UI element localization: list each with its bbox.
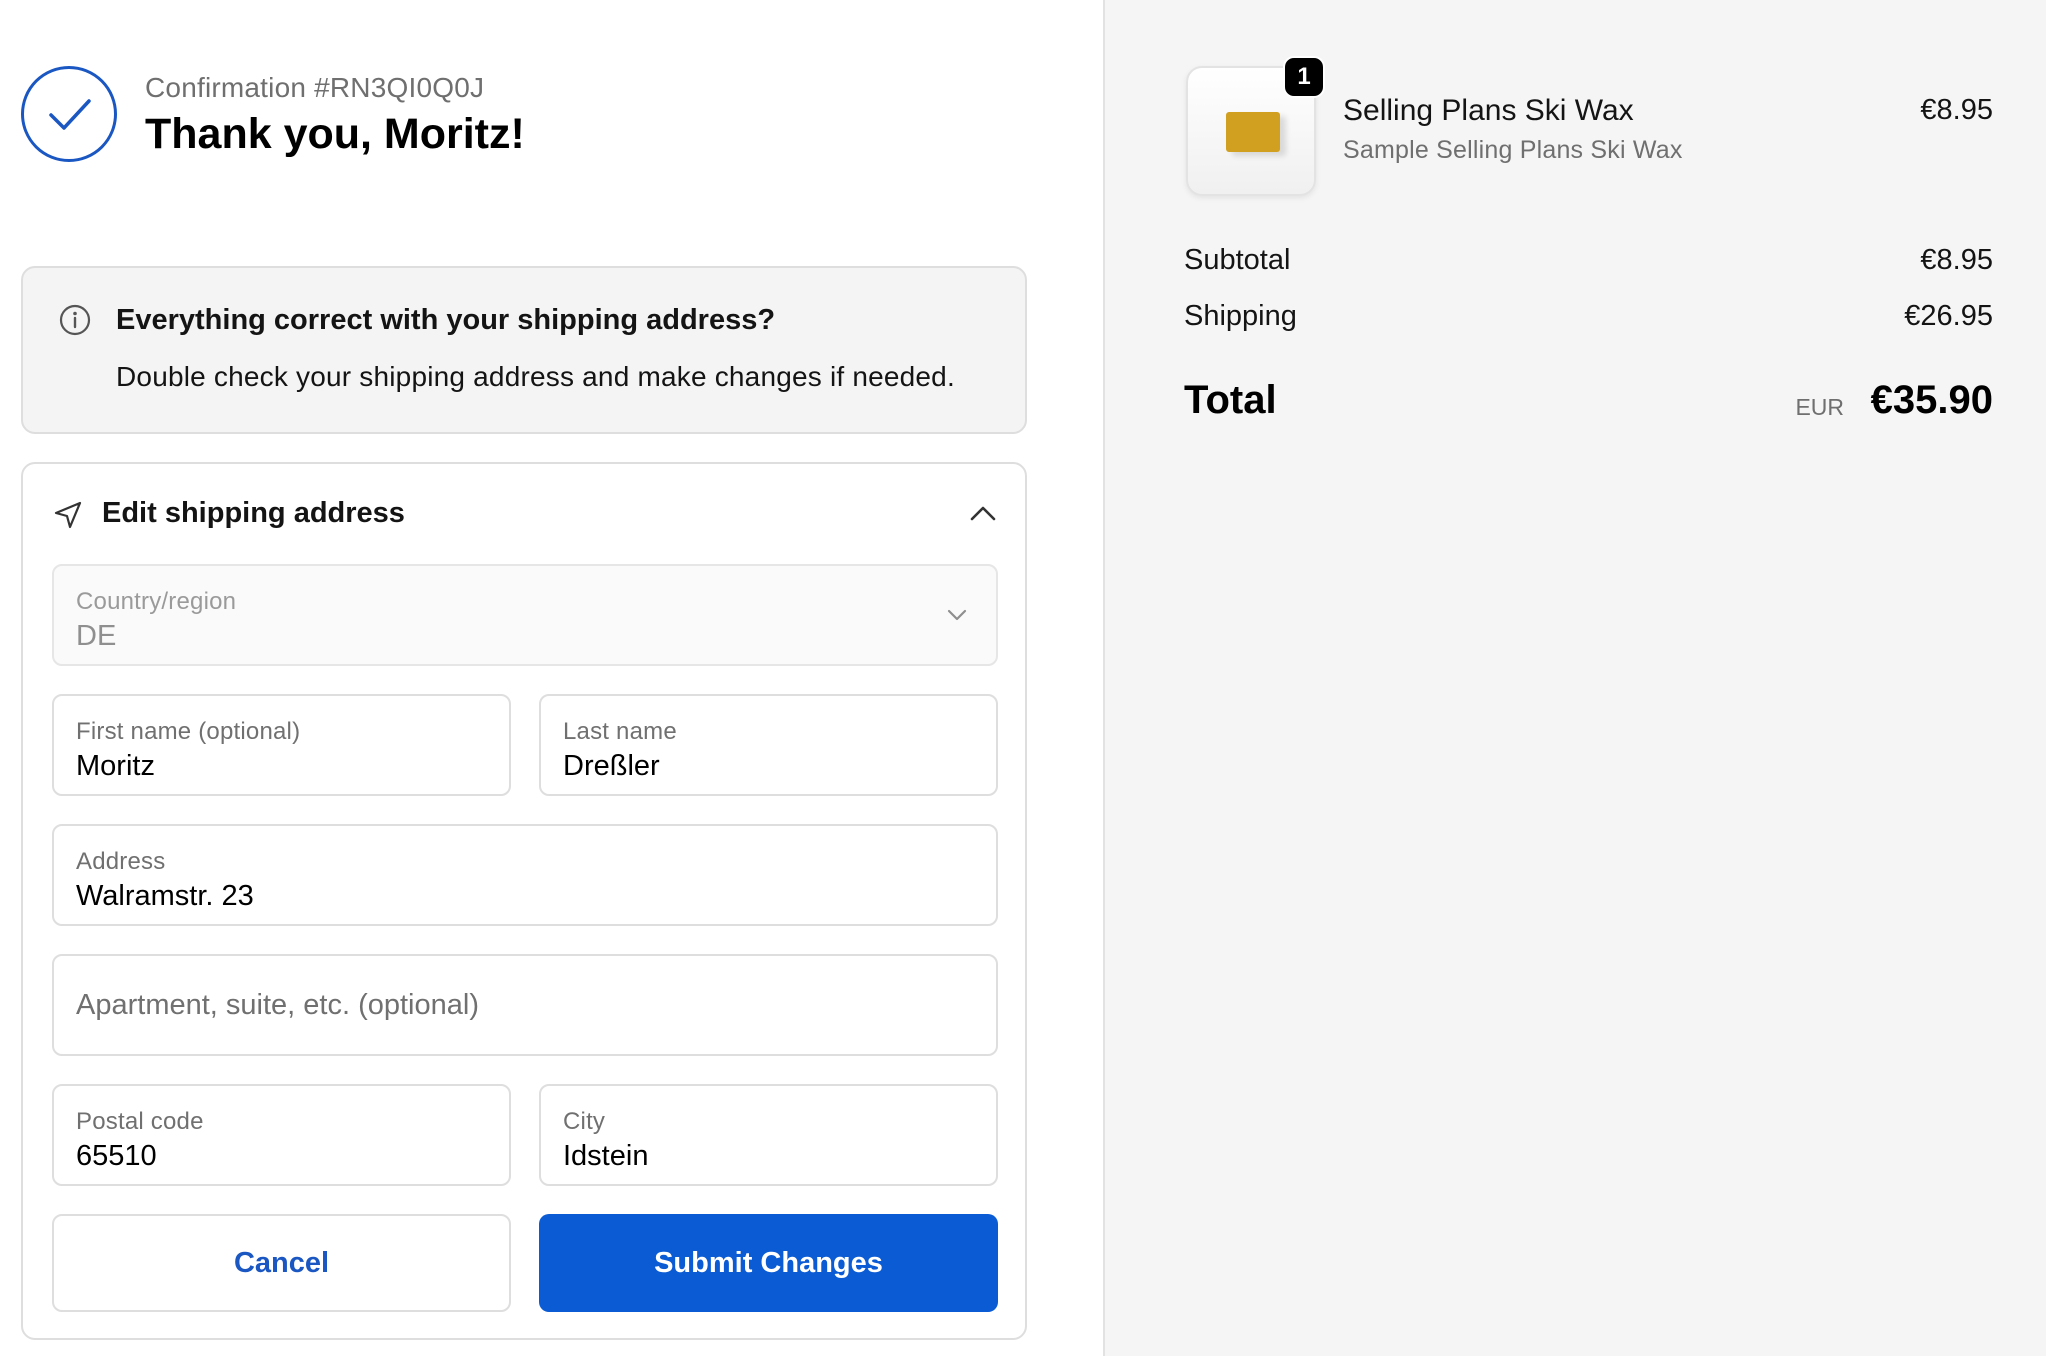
ski-wax-image (1226, 112, 1280, 152)
subtotal-label: Subtotal (1184, 244, 1291, 276)
edit-shipping-address-card: Edit shipping address Country/region DE … (21, 462, 1027, 1340)
info-icon (59, 304, 91, 336)
postal-code-value: 65510 (76, 1140, 157, 1172)
notice-text: Double check your shipping address and m… (116, 361, 955, 392)
quantity-badge: 1 (1283, 56, 1325, 98)
product-price: €8.95 (1920, 94, 1993, 126)
total-value: €35.90 (1870, 378, 1993, 422)
product-name: Selling Plans Ski Wax (1343, 94, 1634, 127)
subtotal-value: €8.95 (1920, 244, 1993, 276)
last-name-value: Dreßler (563, 750, 660, 782)
total-currency: EUR (1795, 394, 1844, 420)
product-subtitle: Sample Selling Plans Ski Wax (1343, 136, 1683, 164)
last-name-field[interactable]: Last name Dreßler (539, 694, 998, 796)
address-notice: Everything correct with your shipping ad… (21, 266, 1027, 434)
country-select[interactable]: Country/region DE (52, 564, 998, 666)
address-value: Walramstr. 23 (76, 880, 254, 912)
apartment-field[interactable]: Apartment, suite, etc. (optional) (52, 954, 998, 1056)
page-title: Thank you, Moritz! (145, 110, 525, 158)
shipping-label: Shipping (1184, 300, 1297, 332)
address-label: Address (76, 848, 166, 875)
success-check-icon (21, 66, 117, 162)
city-value: Idstein (563, 1140, 649, 1172)
country-label: Country/region (76, 588, 237, 615)
first-name-field[interactable]: First name (optional) Moritz (52, 694, 511, 796)
navigation-arrow-icon (54, 501, 82, 529)
main-column: Confirmation #RN3QI0Q0J Thank you, Morit… (0, 0, 1103, 1356)
city-label: City (563, 1108, 606, 1135)
notice-title: Everything correct with your shipping ad… (116, 304, 776, 336)
apartment-placeholder: Apartment, suite, etc. (optional) (76, 988, 479, 1021)
confirmation-number: Confirmation #RN3QI0Q0J (145, 72, 485, 103)
postal-code-field[interactable]: Postal code 65510 (52, 1084, 511, 1186)
postal-code-label: Postal code (76, 1108, 204, 1135)
city-field[interactable]: City Idstein (539, 1084, 998, 1186)
last-name-label: Last name (563, 718, 677, 745)
cancel-button[interactable]: Cancel (52, 1214, 511, 1312)
total-label: Total (1184, 378, 1277, 422)
shipping-value: €26.95 (1904, 300, 1993, 332)
order-summary: 1 Selling Plans Ski Wax Sample Selling P… (1103, 0, 2046, 1356)
chevron-up-icon[interactable] (969, 504, 997, 522)
chevron-down-icon (947, 609, 967, 621)
edit-shipping-address-toggle[interactable]: Edit shipping address (102, 497, 405, 530)
first-name-label: First name (optional) (76, 718, 301, 745)
submit-changes-button[interactable]: Submit Changes (539, 1214, 998, 1312)
first-name-value: Moritz (76, 750, 155, 782)
country-value: DE (76, 620, 117, 652)
address-field[interactable]: Address Walramstr. 23 (52, 824, 998, 926)
